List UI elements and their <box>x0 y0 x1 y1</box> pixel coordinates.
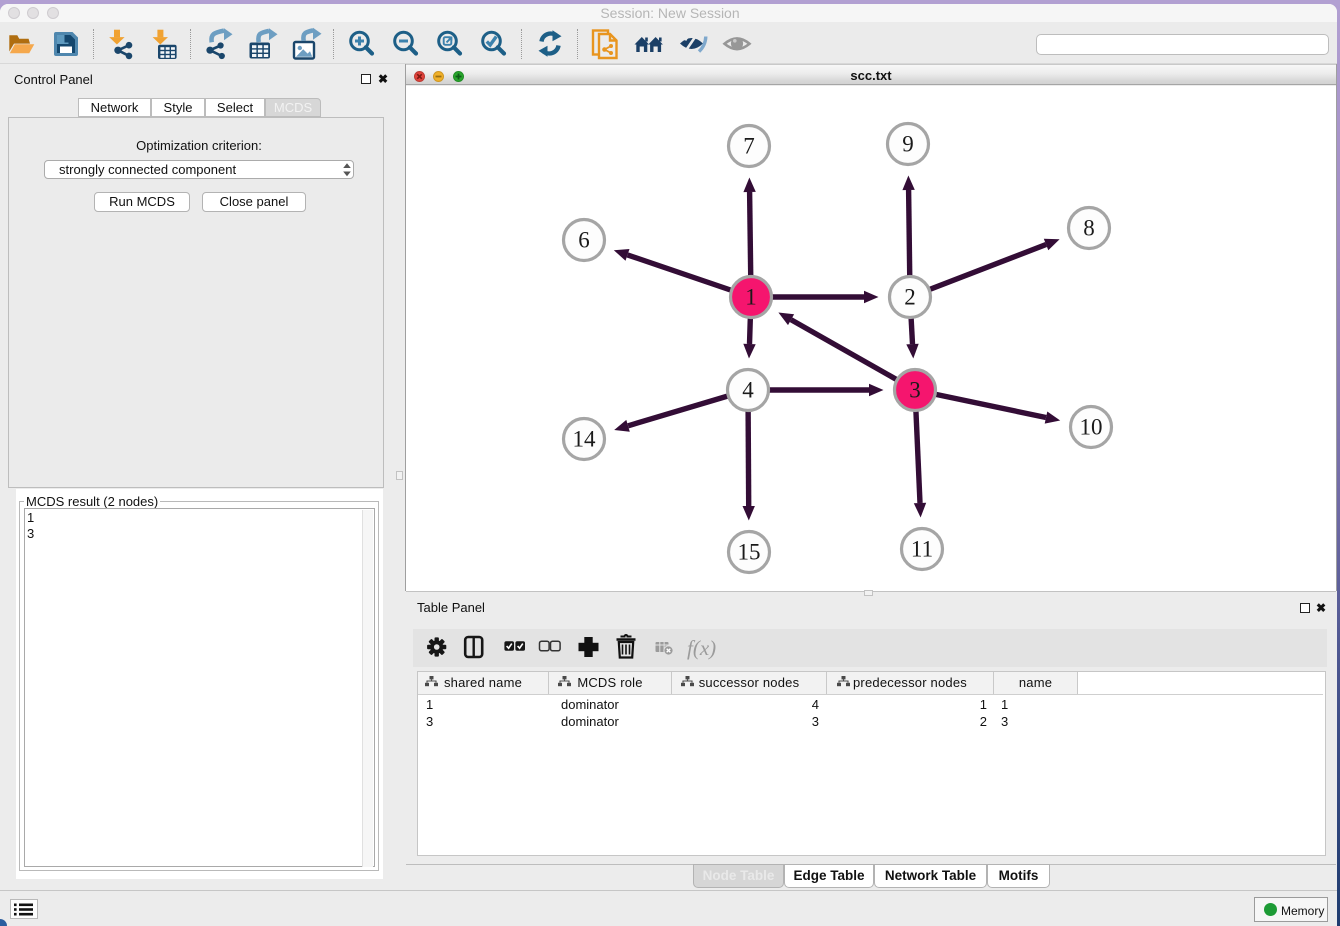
svg-text:7: 7 <box>743 134 755 159</box>
svg-text:9: 9 <box>902 132 914 157</box>
svg-text:1: 1 <box>745 285 757 310</box>
svg-text:10: 10 <box>1080 415 1103 440</box>
svg-text:6: 6 <box>578 228 590 253</box>
svg-text:15: 15 <box>738 540 761 565</box>
svg-text:3: 3 <box>909 378 921 403</box>
svg-text:8: 8 <box>1083 216 1095 241</box>
svg-text:2: 2 <box>904 285 916 310</box>
svg-text:f(x): f(x) <box>687 636 716 660</box>
svg-text:14: 14 <box>573 427 597 452</box>
svg-text:11: 11 <box>911 537 933 562</box>
svg-text:4: 4 <box>742 378 754 403</box>
